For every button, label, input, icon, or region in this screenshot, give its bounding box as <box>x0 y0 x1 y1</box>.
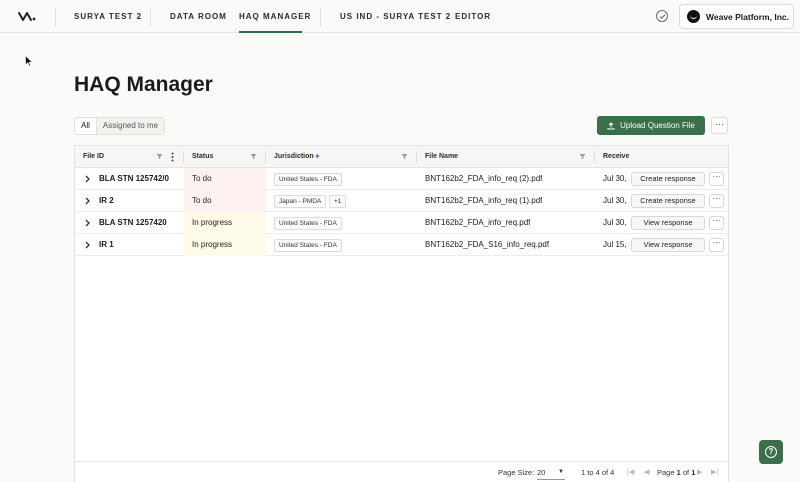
status-cell[interactable]: To do <box>184 190 266 212</box>
page-indicator: Page 1 of 1 <box>657 462 695 482</box>
current-page: 1 <box>676 468 681 477</box>
last-page-icon[interactable]: ▶| <box>711 469 718 476</box>
filter-icon[interactable] <box>401 153 408 160</box>
mouse-cursor-icon <box>25 55 33 67</box>
nav-link-data-room[interactable]: DATA ROOM <box>170 12 227 21</box>
row-more-options-button[interactable]: ··· <box>709 238 724 252</box>
file-name[interactable]: BNT162b2_FDA_info_req (1).pdf <box>425 190 542 212</box>
table-row[interactable]: IR 2 To do Japan - PMDA +1 BNT162b2_FDA_… <box>75 190 728 212</box>
page-prefix: Page <box>657 468 675 477</box>
column-header-file-name[interactable]: File Name <box>425 146 458 168</box>
column-header-file-id[interactable]: File ID <box>83 146 104 168</box>
total-pages: 1 <box>691 468 696 477</box>
column-menu-icon[interactable] <box>171 152 174 162</box>
file-name[interactable]: BNT162b2_FDA_info_req (2).pdf <box>425 168 542 190</box>
page-size-value: 20 <box>537 468 546 477</box>
table-header: File ID Status Jurisdiction ✦ File Name … <box>75 146 728 168</box>
chevron-right-icon[interactable] <box>84 241 91 249</box>
page-of: of <box>682 468 690 477</box>
org-name: Weave Platform, Inc. <box>706 11 789 22</box>
column-header-jurisdiction[interactable]: Jurisdiction <box>274 146 314 168</box>
row-more-options-button[interactable]: ··· <box>709 194 724 208</box>
jurisdiction-tag: United States - FDA <box>274 217 342 230</box>
weave-logo-icon[interactable] <box>18 10 36 23</box>
nav-divider <box>320 7 321 26</box>
table-row[interactable]: IR 1 In progress United States - FDA BNT… <box>75 234 728 256</box>
jurisdiction-tag: United States - FDA <box>274 173 342 186</box>
page-size-select[interactable]: 20 ▼ <box>537 466 565 480</box>
upload-icon <box>607 121 615 129</box>
column-divider[interactable] <box>594 151 595 163</box>
table-row[interactable]: BLA STN 1257420 In progress United State… <box>75 212 728 234</box>
previous-page-icon[interactable]: ◀ <box>644 469 649 476</box>
file-name[interactable]: BNT162b2_FDA_info_req.pdf <box>425 212 530 234</box>
upload-question-file-label: Upload Question File <box>620 121 695 130</box>
haq-files-table: File ID Status Jurisdiction ✦ File Name … <box>74 145 729 482</box>
filter-icon[interactable] <box>579 153 586 160</box>
view-response-button[interactable]: View response <box>631 238 705 252</box>
status-cell[interactable]: In progress <box>184 212 266 234</box>
help-button[interactable]: ? <box>759 440 783 464</box>
nav-link-haq-manager[interactable]: HAQ MANAGER <box>239 12 311 21</box>
filter-tab-all[interactable]: All <box>75 118 97 134</box>
column-divider[interactable] <box>265 151 266 163</box>
page-more-options-button[interactable]: ··· <box>711 117 728 134</box>
status-cell[interactable]: In progress <box>184 234 266 256</box>
pagination-bar: Page Size: 20 ▼ 1 to 4 of 4 |◀ ◀ Page 1 … <box>75 461 728 482</box>
org-switcher-button[interactable]: Weave Platform, Inc. <box>679 4 794 29</box>
row-range-text: 1 to 4 of 4 <box>581 468 615 477</box>
status-cell[interactable]: To do <box>184 168 266 190</box>
column-divider[interactable] <box>416 151 417 163</box>
sync-status-check-icon[interactable] <box>656 10 668 22</box>
column-header-received[interactable]: Receive <box>603 146 629 168</box>
column-divider[interactable] <box>183 151 184 163</box>
filter-icon[interactable] <box>156 153 163 160</box>
first-page-icon[interactable]: |◀ <box>627 469 634 476</box>
row-more-options-button[interactable]: ··· <box>709 172 724 186</box>
ai-sparkle-icon: ✦ <box>314 152 321 161</box>
assignment-filter-toggle: All Assigned to me <box>74 117 166 135</box>
nav-divider <box>55 7 56 26</box>
jurisdiction-tag: Japan - PMDA <box>274 195 327 208</box>
top-nav: SURYA TEST 2 DATA ROOM HAQ MANAGER US IN… <box>0 0 800 33</box>
file-id: IR 1 <box>99 240 114 249</box>
received-date: Jul 30, <box>603 218 627 227</box>
received-date: Jul 15, : <box>603 240 629 249</box>
jurisdiction-more-tag[interactable]: +1 <box>329 195 347 208</box>
nav-link-submission[interactable]: US IND - SURYA TEST 2 <box>340 12 451 21</box>
row-more-options-button[interactable]: ··· <box>709 216 724 230</box>
create-response-button[interactable]: Create response <box>631 172 705 186</box>
help-icon: ? <box>765 446 777 458</box>
received-date: Jul 30, <box>603 196 627 205</box>
column-header-status[interactable]: Status <box>192 146 213 168</box>
page-title: HAQ Manager <box>74 73 213 96</box>
chevron-right-icon[interactable] <box>84 175 91 183</box>
nav-link-editor[interactable]: EDITOR <box>455 12 491 21</box>
received-date: Jul 30, <box>603 174 627 183</box>
active-nav-indicator <box>239 31 302 33</box>
filter-icon[interactable] <box>250 153 257 160</box>
filter-tab-assigned-to-me[interactable]: Assigned to me <box>97 118 164 134</box>
file-id: BLA STN 125742/0 <box>99 174 169 183</box>
file-id: IR 2 <box>99 196 114 205</box>
nav-divider <box>150 7 151 26</box>
file-id: BLA STN 1257420 <box>99 218 167 227</box>
create-response-button[interactable]: Create response <box>631 194 705 208</box>
chevron-right-icon[interactable] <box>84 197 91 205</box>
table-row[interactable]: BLA STN 125742/0 To do United States - F… <box>75 168 728 190</box>
org-logo-icon <box>687 10 700 23</box>
next-page-icon[interactable]: ▶ <box>697 469 702 476</box>
jurisdiction-tag: United States - FDA <box>274 239 342 252</box>
chevron-right-icon[interactable] <box>84 219 91 227</box>
file-name[interactable]: BNT162b2_FDA_S16_info_req.pdf <box>425 234 549 256</box>
view-response-button[interactable]: View response <box>631 216 705 230</box>
upload-question-file-button[interactable]: Upload Question File <box>597 116 705 135</box>
page-size-label: Page Size: <box>498 468 535 477</box>
nav-workspace-name[interactable]: SURYA TEST 2 <box>74 12 142 21</box>
dropdown-arrow-icon: ▼ <box>558 469 564 475</box>
